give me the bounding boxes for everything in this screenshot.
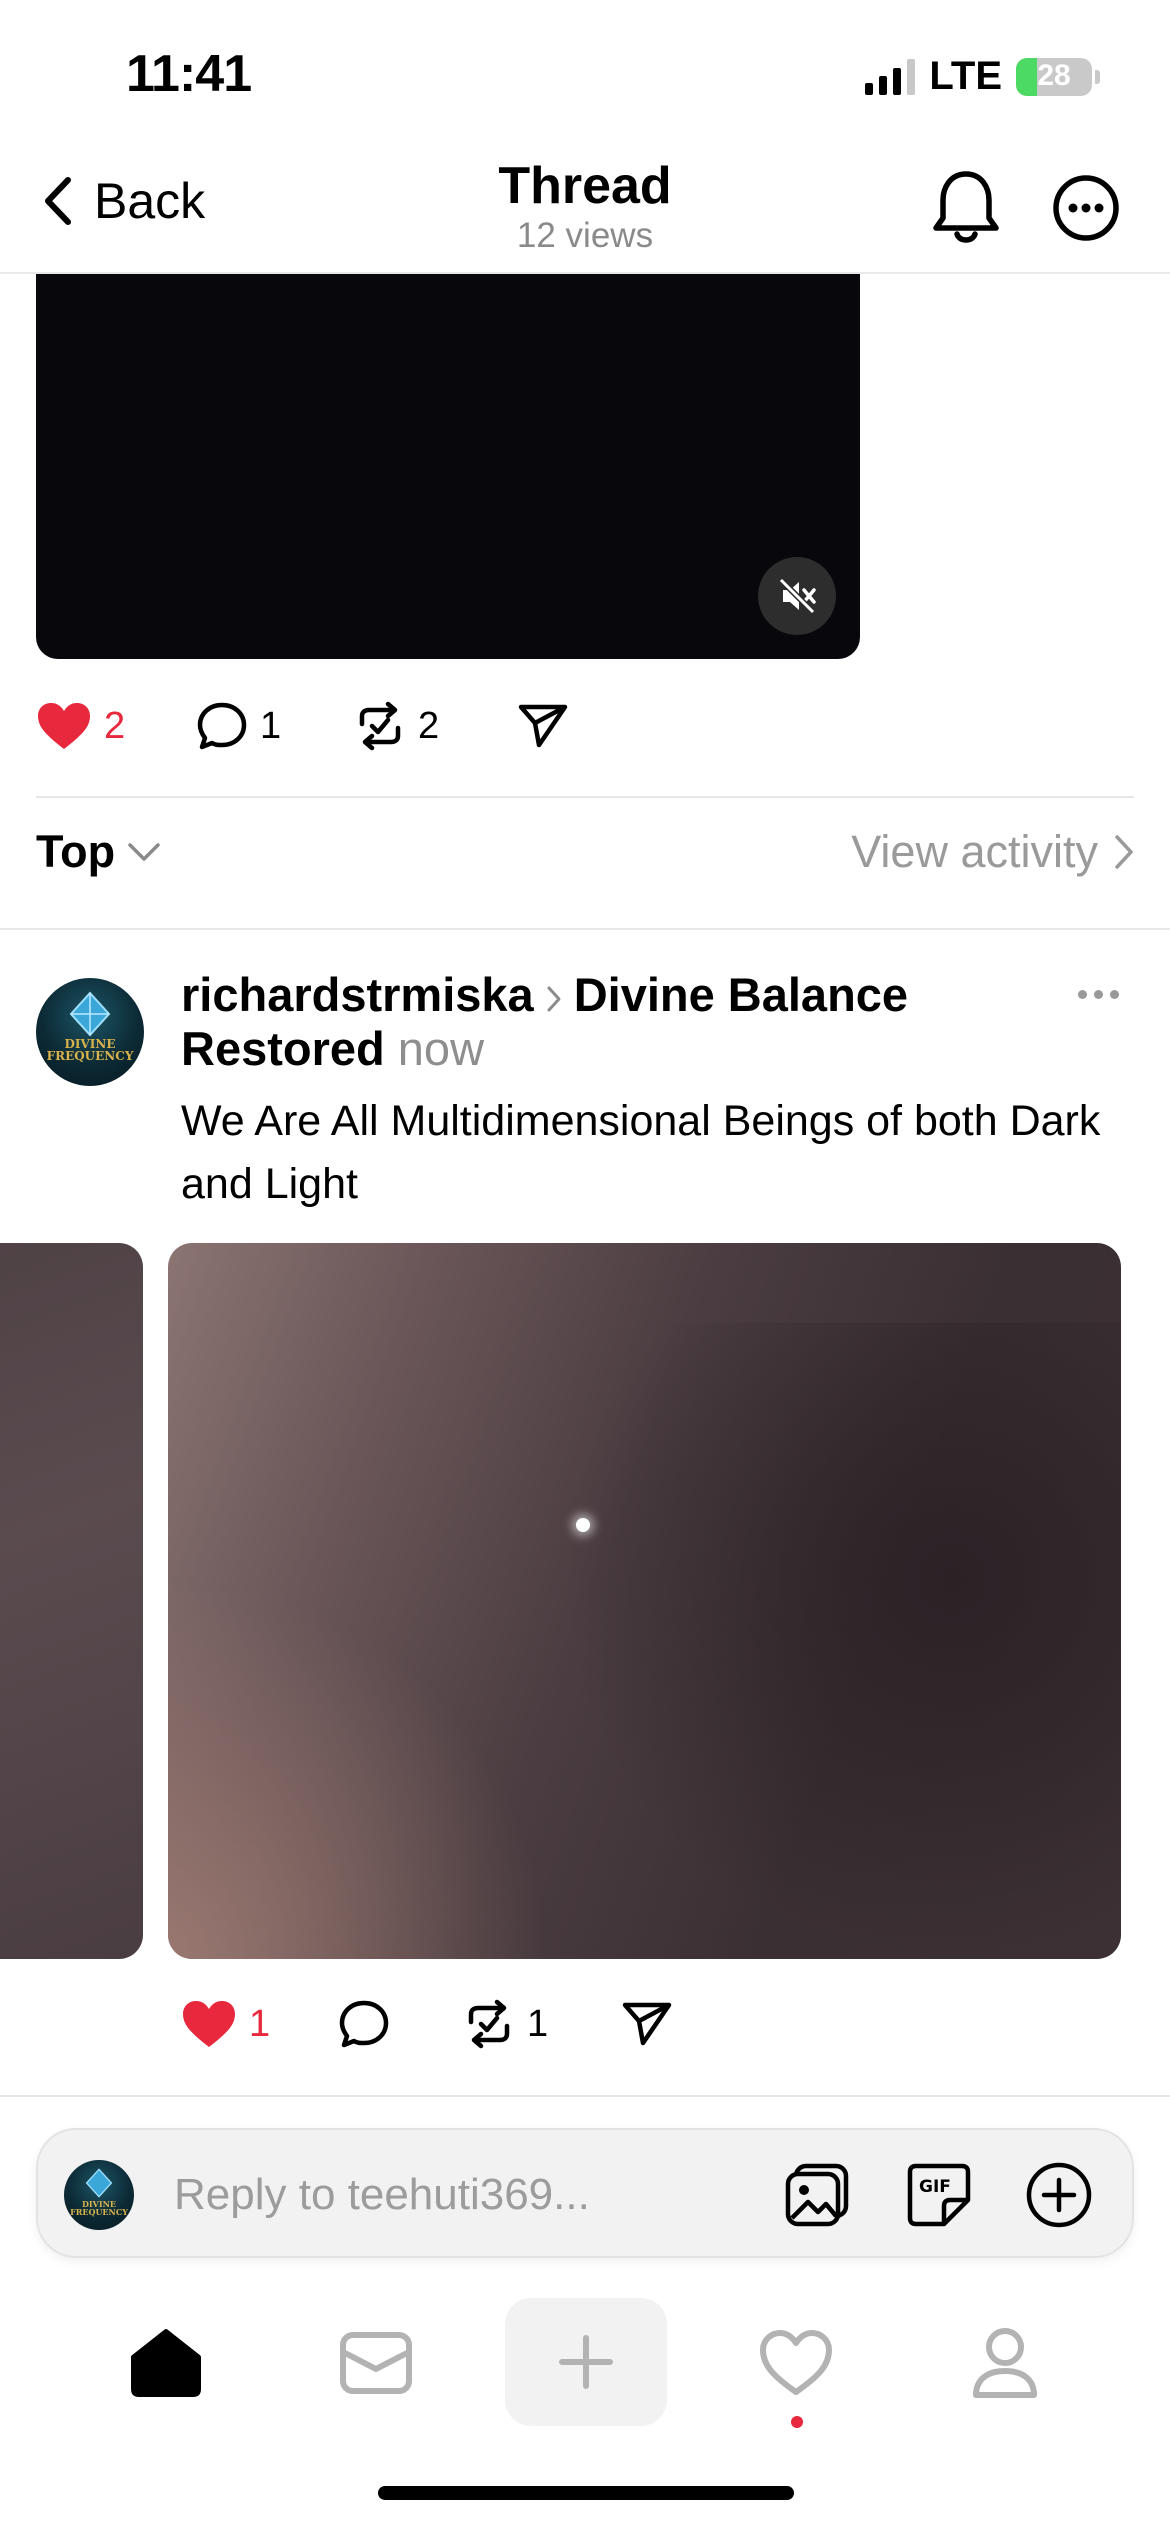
- reply-header: richardstrmiska Divine Balance Restored n…: [181, 968, 1061, 1076]
- photo-previous[interactable]: [0, 1243, 143, 1959]
- heart-filled-icon: [38, 703, 90, 749]
- post-time: now: [397, 1022, 485, 1075]
- like-button[interactable]: 1: [181, 1999, 338, 2049]
- tab-bar: [0, 2288, 1170, 2438]
- divider: [36, 796, 1134, 798]
- tab-inbox[interactable]: [296, 2288, 456, 2438]
- send-icon: [518, 704, 568, 748]
- divider: [0, 928, 1170, 930]
- repost-count: 1: [527, 2002, 549, 2045]
- status-time: 11:41: [126, 45, 252, 103]
- reply-input[interactable]: Reply to teehuti369...: [174, 2170, 590, 2220]
- chevron-down-icon: [128, 843, 160, 861]
- home-icon: [131, 2329, 201, 2397]
- chevron-right-icon: [1115, 835, 1133, 869]
- svg-text:GIF: GIF: [919, 2177, 951, 2197]
- photo-shadow: [561, 1323, 1121, 1959]
- profile-icon: [973, 2328, 1037, 2398]
- battery-icon: 28: [1016, 57, 1092, 96]
- tab-profile[interactable]: [925, 2288, 1085, 2438]
- video-player[interactable]: [36, 274, 860, 659]
- comment-button[interactable]: [338, 1999, 463, 2049]
- light-orb: [576, 1518, 590, 1532]
- avatar-caption: DIVINE FREQUENCY: [46, 1037, 134, 1063]
- like-button[interactable]: 2: [36, 701, 196, 751]
- comment-count: 1: [260, 704, 282, 747]
- gem-logo-icon: [85, 2168, 113, 2199]
- photo-glow: [168, 1579, 548, 1959]
- main-post-actions: 2 1 2: [36, 700, 569, 752]
- mail-icon: [340, 2332, 412, 2394]
- like-count: 2: [104, 704, 126, 747]
- repost-icon: [359, 701, 401, 751]
- repost-count: 2: [418, 704, 440, 747]
- mute-button[interactable]: [758, 557, 836, 635]
- avatar[interactable]: DIVINE FREQUENCY: [36, 978, 144, 1086]
- tab-home[interactable]: [86, 2288, 246, 2438]
- author-name[interactable]: richardstrmiska: [181, 968, 534, 1021]
- add-icon[interactable]: [1024, 2160, 1094, 2230]
- tab-compose[interactable]: [505, 2298, 667, 2426]
- speaker-muted-icon: [778, 577, 816, 615]
- repost-button[interactable]: 2: [354, 700, 517, 752]
- post-more-icon[interactable]: [1078, 990, 1119, 999]
- status-bar: 11:41 LTE 28: [0, 0, 1170, 150]
- sort-dropdown[interactable]: Top: [36, 826, 161, 878]
- avatar-caption: DIVINE FREQUENCY: [70, 2199, 128, 2217]
- bell-icon[interactable]: [930, 168, 1002, 248]
- divider: [0, 2095, 1170, 2097]
- sort-label: Top: [36, 826, 116, 877]
- reply-actions: 1 1: [181, 1998, 673, 2050]
- sort-row: Top View activity: [36, 826, 1134, 878]
- comment-icon: [197, 702, 247, 750]
- heart-outline-icon: [760, 2330, 832, 2395]
- share-button[interactable]: [517, 701, 569, 751]
- gem-logo-icon: [69, 991, 111, 1037]
- view-activity-label: View activity: [851, 826, 1098, 877]
- like-count: 1: [249, 2002, 271, 2045]
- repost-button[interactable]: 1: [463, 1998, 621, 2050]
- battery-cap: [1095, 69, 1100, 84]
- comment-icon: [339, 2000, 389, 2048]
- gif-icon[interactable]: GIF: [904, 2160, 974, 2230]
- composer-avatar: DIVINE FREQUENCY: [64, 2160, 134, 2230]
- comment-button[interactable]: 1: [196, 701, 354, 751]
- send-icon: [622, 2002, 672, 2046]
- image-attach-icon[interactable]: [782, 2160, 852, 2230]
- more-options-icon[interactable]: [1052, 174, 1120, 242]
- share-button[interactable]: [621, 1999, 673, 2049]
- plus-icon: [559, 2335, 613, 2389]
- battery-level: 28: [1037, 58, 1071, 92]
- notification-dot: [791, 2416, 803, 2428]
- signal-icon: [865, 58, 916, 95]
- repost-icon: [468, 1999, 510, 2049]
- home-indicator[interactable]: [378, 2486, 794, 2500]
- post-text: We Are All Multidimensional Beings of bo…: [181, 1097, 1101, 1208]
- nav-bar: Back Thread 12 views: [0, 150, 1170, 274]
- photo-main[interactable]: [168, 1243, 1121, 1959]
- reply-composer[interactable]: DIVINE FREQUENCY Reply to teehuti369... …: [36, 2128, 1134, 2258]
- view-activity-link[interactable]: View activity: [851, 826, 1134, 878]
- status-indicators: LTE 28: [865, 54, 1100, 99]
- heart-filled-icon: [183, 2001, 235, 2047]
- chevron-right-icon: [547, 986, 561, 1012]
- network-label: LTE: [929, 54, 1002, 98]
